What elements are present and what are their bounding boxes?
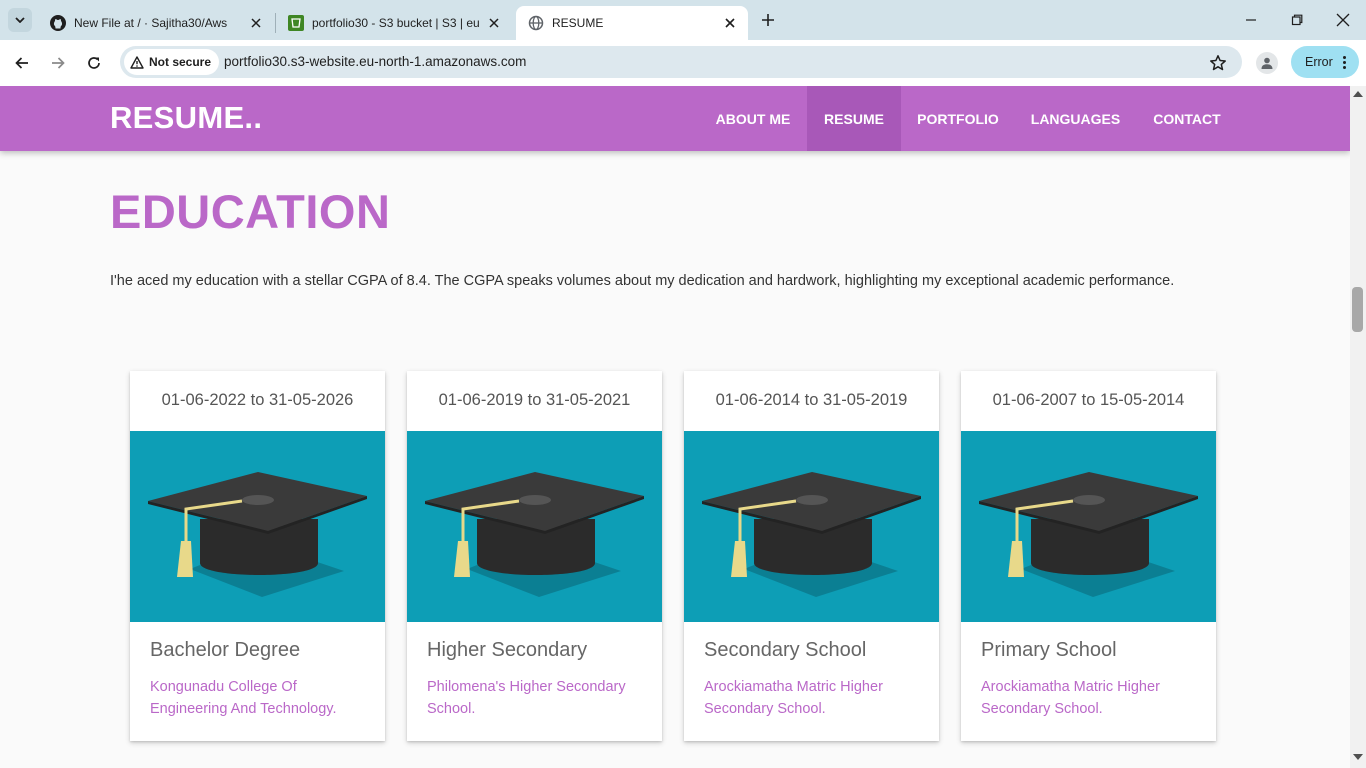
nav-languages[interactable]: LANGUAGES: [1020, 86, 1131, 151]
close-window-button[interactable]: [1331, 8, 1355, 32]
graduation-cap-icon: [425, 472, 644, 597]
more-vert-icon: [1342, 55, 1346, 69]
graduation-cap-icon: [148, 472, 367, 597]
graduation-cap-icon: [979, 472, 1198, 597]
arrow-left-icon: [15, 57, 28, 69]
bookmark-star-button[interactable]: [1207, 52, 1229, 74]
scroll-down-arrow-icon[interactable]: [1353, 754, 1363, 760]
profile-button[interactable]: [1256, 52, 1278, 74]
error-label: Error: [1305, 55, 1333, 69]
education-heading: EDUCATION: [110, 185, 391, 238]
graduation-cap-image: [961, 431, 1216, 622]
education-card: 01-06-2019 to 31-05-2021 Higher Secondar…: [407, 371, 662, 741]
site-info-button[interactable]: Not secure: [124, 49, 220, 75]
education-card: 01-06-2014 to 31-05-2019 Secondary Schoo…: [684, 371, 939, 741]
error-menu-button[interactable]: Error: [1291, 46, 1359, 78]
school-name[interactable]: Philomena's Higher Secondary School.: [427, 676, 647, 720]
restore-icon: [1291, 14, 1303, 26]
education-card: 01-06-2022 to 31-05-2026 Bachelor Degree…: [130, 371, 385, 741]
education-intro: I'he aced my education with a stellar CG…: [110, 273, 1175, 289]
nav-about-me[interactable]: ABOUT ME: [702, 86, 804, 151]
reload-button[interactable]: [82, 51, 106, 75]
security-label: Not secure: [149, 55, 212, 69]
education-card: 01-06-2007 to 15-05-2014 Primary School …: [961, 371, 1216, 741]
graduation-cap-image: [130, 431, 385, 622]
school-name[interactable]: Kongunadu College Of Engineering And Tec…: [150, 676, 370, 720]
nav-portfolio[interactable]: PORTFOLIO: [905, 86, 1011, 151]
aws-s3-icon: [288, 15, 304, 31]
school-name[interactable]: Arockiamatha Matric Higher Secondary Sch…: [981, 676, 1201, 720]
education-dates: 01-06-2019 to 31-05-2021: [438, 391, 631, 409]
school-name[interactable]: Arockiamatha Matric Higher Secondary Sch…: [704, 676, 924, 720]
github-icon: [50, 15, 66, 31]
close-icon[interactable]: [722, 15, 738, 31]
tab-search-button[interactable]: [8, 8, 32, 32]
close-icon[interactable]: [486, 15, 502, 31]
degree-title: Higher Secondary: [427, 639, 588, 661]
star-icon: [1210, 55, 1226, 71]
forward-button[interactable]: [46, 51, 70, 75]
globe-icon: [528, 15, 544, 31]
arrow-right-icon: [52, 57, 65, 69]
tab-resume[interactable]: RESUME: [516, 6, 748, 40]
degree-title: Bachelor Degree: [150, 639, 301, 661]
minimize-icon: [1246, 19, 1256, 21]
page-scrollbar[interactable]: [1350, 86, 1366, 768]
plus-icon: [762, 14, 774, 26]
education-dates: 01-06-2014 to 31-05-2019: [715, 391, 908, 409]
new-tab-button[interactable]: [758, 10, 778, 30]
restore-button[interactable]: [1285, 8, 1309, 32]
tab-s3-bucket[interactable]: portfolio30 - S3 bucket | S3 | eu: [276, 6, 512, 40]
tab-title: RESUME: [552, 16, 604, 30]
scroll-up-arrow-icon[interactable]: [1353, 91, 1363, 97]
minimize-button[interactable]: [1239, 8, 1263, 32]
nav-resume[interactable]: RESUME: [807, 86, 901, 151]
graduation-cap-icon: [702, 472, 921, 597]
url-text[interactable]: portfolio30.s3-website.eu-north-1.amazon…: [224, 54, 526, 69]
chevron-down-icon: [15, 17, 25, 23]
page-viewport: RESUME.. ABOUT ME RESUME PORTFOLIO LANGU…: [0, 86, 1350, 768]
close-icon[interactable]: [248, 15, 264, 31]
person-icon: [1261, 57, 1273, 69]
site-navbar: RESUME.. ABOUT ME RESUME PORTFOLIO LANGU…: [0, 86, 1350, 151]
tab-github[interactable]: New File at / · Sajitha30/Aws: [38, 6, 274, 40]
tab-title: New File at / · Sajitha30/Aws: [74, 16, 228, 30]
graduation-cap-image: [407, 431, 662, 622]
reload-icon: [88, 57, 100, 69]
tab-title: portfolio30 - S3 bucket | S3 | eu: [312, 16, 480, 30]
close-icon: [1336, 13, 1350, 27]
scrollbar-thumb[interactable]: [1352, 287, 1363, 332]
degree-title: Secondary School: [704, 639, 867, 661]
education-dates: 01-06-2022 to 31-05-2026: [161, 391, 354, 409]
warning-triangle-icon: [130, 55, 144, 69]
education-dates: 01-06-2007 to 15-05-2014: [992, 391, 1185, 409]
tab-strip: New File at / · Sajitha30/Aws portfolio3…: [0, 0, 1366, 40]
graduation-cap-image: [684, 431, 939, 622]
back-button[interactable]: [10, 51, 34, 75]
nav-contact[interactable]: CONTACT: [1139, 86, 1235, 151]
site-brand[interactable]: RESUME..: [110, 100, 262, 136]
degree-title: Primary School: [981, 639, 1117, 661]
